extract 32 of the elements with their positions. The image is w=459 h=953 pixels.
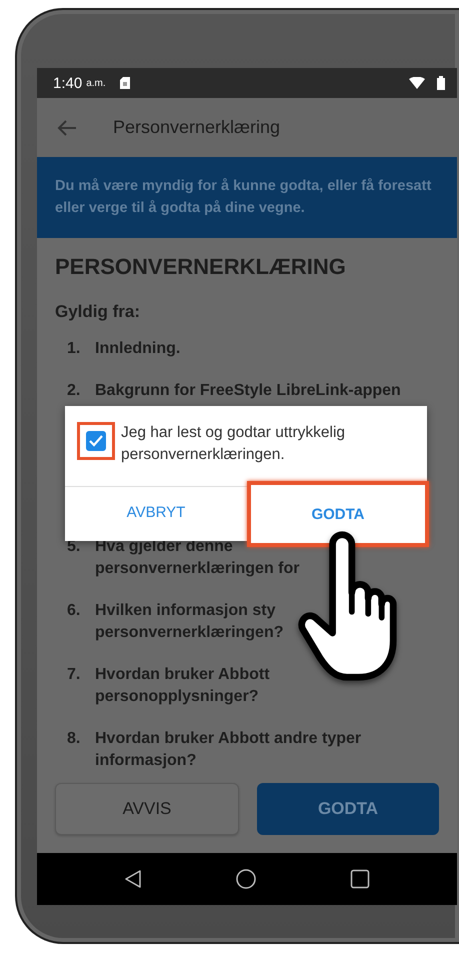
valid-from-label: Gyldig fra: — [55, 302, 142, 322]
screen-title: Personvernerklæring — [113, 117, 280, 138]
confirm-button[interactable]: GODTA — [251, 485, 425, 543]
item-number: 1. — [67, 339, 82, 359]
item-number: 2. — [67, 381, 82, 401]
section-title: Hvilken informasjon sty personvernerklæringen? — [95, 601, 284, 643]
accept-button[interactable]: GODTA — [257, 783, 439, 835]
back-arrow-icon — [57, 120, 77, 136]
triangle-back-icon — [124, 869, 142, 889]
decline-button[interactable]: AVVIS — [55, 783, 239, 835]
nav-back-button[interactable] — [124, 869, 142, 889]
clock-period: a.m. — [86, 78, 106, 88]
age-requirement-notice: Du må være myndig for å kunne godta, eller få foresatt eller verge til å godta på dine vegne. — [55, 177, 432, 218]
item-number: 7. — [67, 665, 82, 685]
consent-checkbox[interactable] — [86, 431, 106, 451]
sim-card-icon — [120, 77, 130, 89]
wifi-icon — [409, 77, 425, 89]
policy-heading: PERSONVERNERKLÆRING — [55, 254, 347, 280]
section-title: Bakgrunn for FreeStyle LibreLink-appen — [95, 381, 401, 401]
section-title: Hvordan bruker Abbott personopplysninger? — [95, 665, 271, 707]
square-recents-icon — [350, 869, 370, 889]
battery-icon — [437, 76, 445, 90]
nav-home-button[interactable] — [234, 868, 257, 890]
checkmark-icon — [89, 435, 103, 447]
section-title: Innledning. — [95, 339, 180, 359]
item-number: 8. — [67, 729, 82, 749]
item-number: 6. — [67, 601, 82, 621]
consent-label: Jeg har lest og godtar uttrykkelig personvernerklæringen. — [121, 423, 346, 465]
clock-time: 1:40 — [53, 74, 82, 92]
section-title: Hvordan bruker Abbott andre typer informasjon? — [95, 729, 362, 771]
nav-recents-button[interactable] — [350, 869, 370, 889]
circle-home-icon — [234, 868, 257, 890]
